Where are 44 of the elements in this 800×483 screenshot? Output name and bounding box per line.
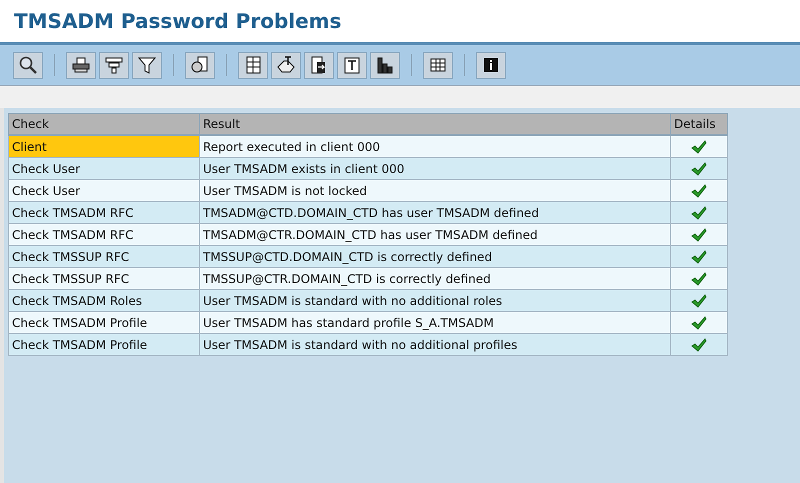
toolbar-button[interactable]: [271, 52, 301, 78]
table-cell: User TMSADM exists in client 000: [200, 158, 670, 180]
table-cell[interactable]: Check TMSADM Profile: [8, 334, 200, 356]
table-cell[interactable]: Check TMSADM RFC: [8, 224, 200, 246]
table-cell: TMSADM@CTR.DOMAIN_CTD has user TMSADM defined: [200, 224, 670, 246]
bar-chart-icon: [375, 55, 395, 75]
toolbar-button[interactable]: [132, 52, 162, 78]
toolbar-button[interactable]: [370, 52, 400, 78]
printer-icon: [71, 55, 91, 75]
info-icon: [481, 55, 501, 75]
table-cell[interactable]: Check User: [8, 180, 200, 202]
table-cell[interactable]: Check TMSSUP RFC: [8, 268, 200, 290]
document-icon: [190, 55, 210, 75]
column-header[interactable]: Details: [670, 114, 728, 135]
toolbar-button[interactable]: [13, 52, 43, 78]
toolbar-button[interactable]: [337, 52, 367, 78]
funnel-stack-icon: [104, 55, 124, 75]
column-header[interactable]: Result: [200, 114, 670, 135]
toolbar-button[interactable]: [99, 52, 129, 78]
toolbar-button[interactable]: [423, 52, 453, 78]
window-title: TMSADM Password Problems: [14, 9, 342, 33]
magnifier-icon: [18, 55, 38, 75]
filter-icon: [137, 55, 157, 75]
column-header[interactable]: Check: [8, 114, 200, 135]
table-cell: Report executed in client 000: [200, 135, 670, 158]
table-cell: TMSSUP@CTD.DOMAIN_CTD is correctly defined: [200, 246, 670, 268]
toolbar-button[interactable]: [66, 52, 96, 78]
table-cell: TMSSUP@CTR.DOMAIN_CTD is correctly defined: [200, 268, 670, 290]
toolbar-button[interactable]: [304, 52, 334, 78]
table-cell[interactable]: Check TMSADM Profile: [8, 312, 200, 334]
table-cell[interactable]: Check User: [8, 158, 200, 180]
text-document-icon: [342, 55, 362, 75]
table-cell[interactable]: Check TMSADM Roles: [8, 290, 200, 312]
toolbar-button[interactable]: [476, 52, 506, 78]
table-cell[interactable]: Client: [8, 135, 200, 158]
table-cell: TMSADM@CTD.DOMAIN_CTD has user TMSADM defined: [200, 202, 670, 224]
toolbar-button[interactable]: [185, 52, 215, 78]
table-cell[interactable]: Check TMSSUP RFC: [8, 246, 200, 268]
table-cell[interactable]: Check TMSADM RFC: [8, 202, 200, 224]
table-cell: User TMSADM is standard with no additional profiles: [200, 334, 670, 356]
table-cell: User TMSADM has standard profile S_A.TMSADM: [200, 312, 670, 334]
table-cell: User TMSADM is standard with no additional roles: [200, 290, 670, 312]
toolbar-button[interactable]: [238, 52, 268, 78]
table-cell: User TMSADM is not locked: [200, 180, 670, 202]
